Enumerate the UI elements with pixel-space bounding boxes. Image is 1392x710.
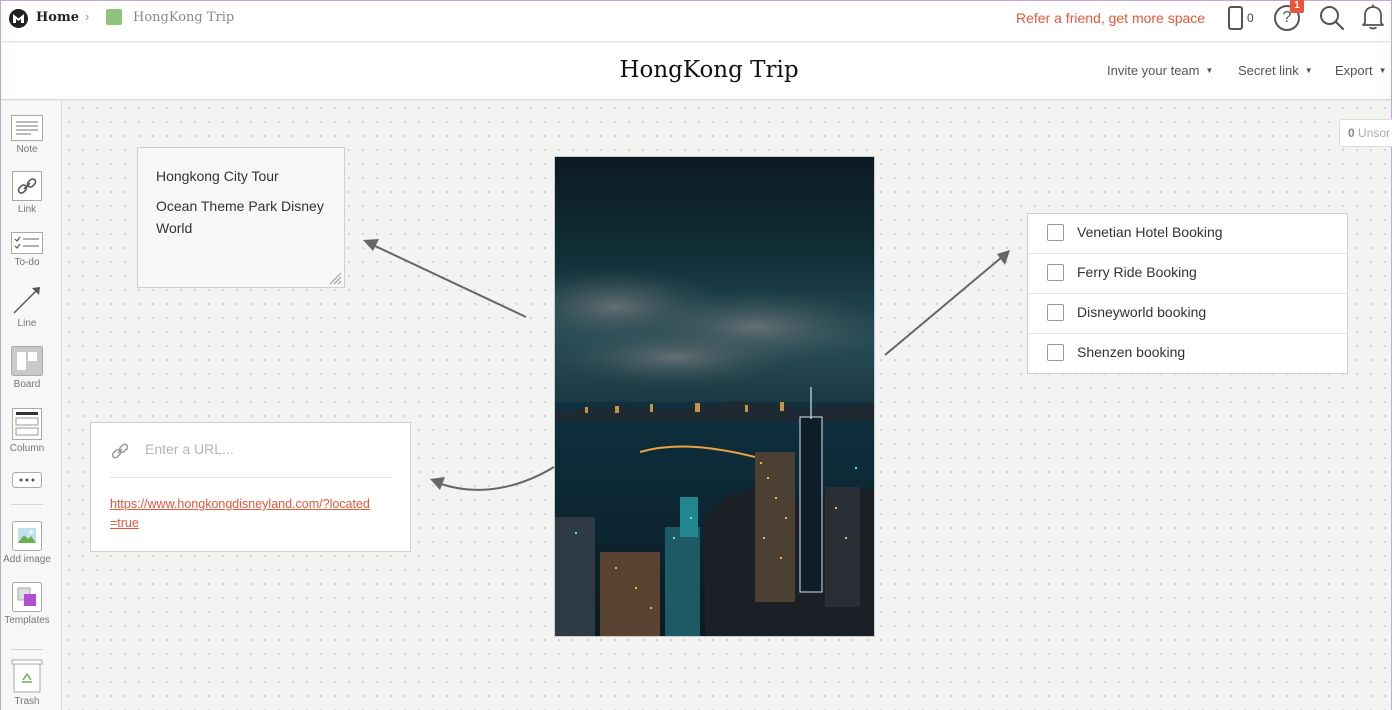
todo-item-label: Disneyworld booking: [1077, 304, 1207, 320]
todo-item[interactable]: Ferry Ride Booking: [1028, 254, 1347, 294]
invite-team-label: Invite your team: [1107, 63, 1200, 78]
tool-templates[interactable]: Templates: [1, 582, 53, 626]
todo-item-label: Shenzen booking: [1077, 344, 1186, 360]
tool-line-label: Line: [17, 318, 37, 329]
saved-url-link[interactable]: https://www.hongkongdisneyland.com/?loca…: [110, 495, 370, 533]
column-icon: [12, 408, 42, 440]
notifications-bell-icon[interactable]: [1360, 4, 1386, 36]
secret-link-menu[interactable]: Secret link ▼: [1238, 63, 1313, 78]
tool-line[interactable]: Line: [1, 285, 53, 329]
trash-icon: [11, 659, 43, 693]
tool-trash-label: Trash: [14, 696, 40, 707]
tool-note[interactable]: Note: [1, 115, 53, 155]
resize-handle-icon[interactable]: [328, 271, 342, 285]
breadcrumb-separator-icon: ›: [85, 9, 90, 24]
unsorted-count: 0: [1348, 126, 1355, 140]
left-toolbar: Note Link To-do Line Board Column Add im…: [1, 101, 62, 710]
tool-link[interactable]: Link: [1, 171, 53, 215]
more-icon: [12, 472, 42, 488]
breadcrumb-home[interactable]: Home: [36, 10, 79, 25]
url-input[interactable]: [145, 441, 385, 457]
unsorted-label: Unsor: [1358, 126, 1391, 140]
line-icon: [13, 287, 40, 314]
tool-board-label: Board: [13, 379, 41, 390]
tool-board[interactable]: Board: [1, 346, 53, 390]
chevron-down-icon: ▼: [1304, 66, 1313, 75]
board-icon: [11, 346, 43, 376]
invite-team-menu[interactable]: Invite your team ▼: [1107, 63, 1213, 78]
tool-templates-label: Templates: [4, 615, 50, 626]
todo-checkbox[interactable]: [1047, 224, 1064, 241]
tool-todo[interactable]: To-do: [1, 232, 53, 268]
export-menu[interactable]: Export ▼: [1335, 63, 1387, 78]
tool-add-image-label: Add image: [3, 554, 51, 565]
note-line: Hongkong City Tour: [156, 168, 279, 184]
mobile-device-count: 0: [1247, 11, 1254, 25]
toolbar-divider: [11, 504, 43, 505]
tool-note-label: Note: [16, 144, 38, 155]
tool-link-label: Link: [17, 204, 37, 215]
secret-link-label: Secret link: [1238, 63, 1299, 78]
todo-checkbox[interactable]: [1047, 264, 1064, 281]
note-icon: [11, 115, 43, 141]
refer-friend-link[interactable]: Refer a friend, get more space: [1016, 10, 1205, 26]
skyline-illustration: [555, 267, 874, 636]
todo-icon: [11, 232, 43, 254]
tool-more[interactable]: [1, 472, 53, 488]
top-bar: Home › HongKong Trip Refer a friend, get…: [1, 0, 1391, 42]
chevron-down-icon: ▼: [1205, 66, 1214, 75]
mobile-device-icon[interactable]: [1228, 6, 1243, 30]
todo-checkbox[interactable]: [1047, 304, 1064, 321]
app-logo-icon[interactable]: [9, 9, 28, 28]
todo-item-label: Ferry Ride Booking: [1077, 264, 1197, 280]
link-card[interactable]: https://www.hongkongdisneyland.com/?loca…: [90, 422, 411, 552]
tool-add-image[interactable]: Add image: [1, 521, 53, 565]
todo-item-label: Venetian Hotel Booking: [1077, 224, 1223, 240]
templates-icon: [12, 582, 42, 612]
todo-item[interactable]: Disneyworld booking: [1028, 294, 1347, 334]
unsorted-panel-tab[interactable]: 0 Unsor: [1339, 119, 1392, 147]
tool-column[interactable]: Column: [1, 408, 53, 454]
search-icon[interactable]: [1319, 5, 1345, 36]
help-notification-badge: 1: [1290, 0, 1304, 13]
tool-todo-label: To-do: [14, 257, 40, 268]
note-card[interactable]: Hongkong City Tour Ocean Theme Park Disn…: [137, 147, 345, 288]
board-color-swatch: [106, 9, 122, 25]
link-icon: [111, 443, 129, 459]
breadcrumb-board[interactable]: HongKong Trip: [133, 10, 234, 25]
tool-trash[interactable]: Trash: [1, 659, 53, 707]
hongkong-skyline-image[interactable]: [554, 156, 875, 637]
todo-checkbox[interactable]: [1047, 344, 1064, 361]
board-title-bar: HongKong Trip Invite your team ▼ Secret l…: [1, 43, 1391, 100]
link-card-divider: [110, 477, 392, 478]
note-line: Ocean Theme Park Disney World: [156, 198, 324, 236]
toolbar-divider: [11, 649, 43, 650]
todo-list-card[interactable]: Venetian Hotel Booking Ferry Ride Bookin…: [1027, 213, 1348, 374]
add-image-icon: [12, 521, 42, 551]
todo-item[interactable]: Shenzen booking: [1028, 334, 1347, 374]
link-icon: [12, 171, 42, 201]
tool-column-label: Column: [9, 443, 45, 454]
chevron-down-icon: ▼: [1378, 66, 1387, 75]
export-label: Export: [1335, 63, 1373, 78]
todo-item[interactable]: Venetian Hotel Booking: [1028, 214, 1347, 254]
